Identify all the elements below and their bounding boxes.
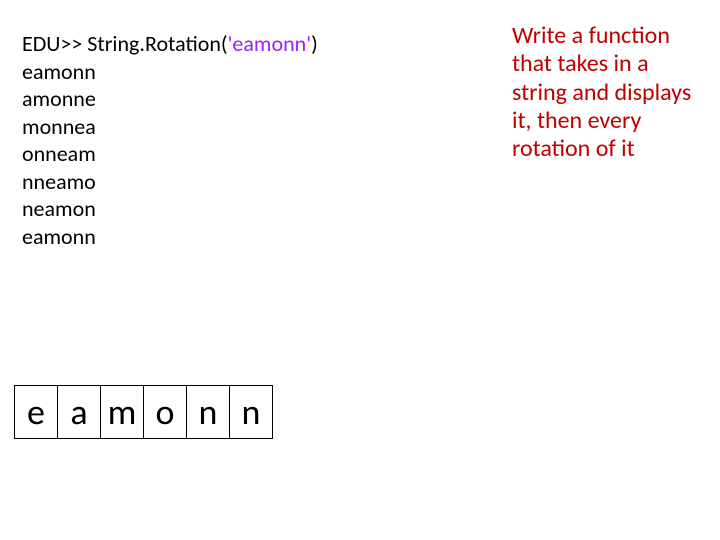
output-line: eamonn: [22, 223, 318, 251]
command-line: EDU>> String.Rotation('eamonn'): [22, 30, 318, 58]
output-line: onneam: [22, 140, 318, 168]
output-line: eamonn: [22, 58, 318, 86]
letter-cells: e a m o n n: [14, 385, 273, 439]
command-suffix: ): [311, 30, 318, 57]
code-block: EDU>> String.Rotation('eamonn') eamonn a…: [22, 30, 318, 250]
cell: n: [186, 385, 230, 439]
output-line: monnea: [22, 113, 318, 141]
cell: o: [143, 385, 187, 439]
cell: a: [57, 385, 101, 439]
output-line: neamon: [22, 195, 318, 223]
output-line: nneamo: [22, 168, 318, 196]
output-line: amonne: [22, 85, 318, 113]
command-arg: 'eamonn': [228, 30, 312, 57]
cell: n: [229, 385, 273, 439]
cell: m: [100, 385, 144, 439]
cell: e: [14, 385, 58, 439]
command-prefix: EDU>> String.Rotation(: [22, 30, 228, 57]
instructions-text: Write a function that takes in a string …: [512, 22, 702, 164]
